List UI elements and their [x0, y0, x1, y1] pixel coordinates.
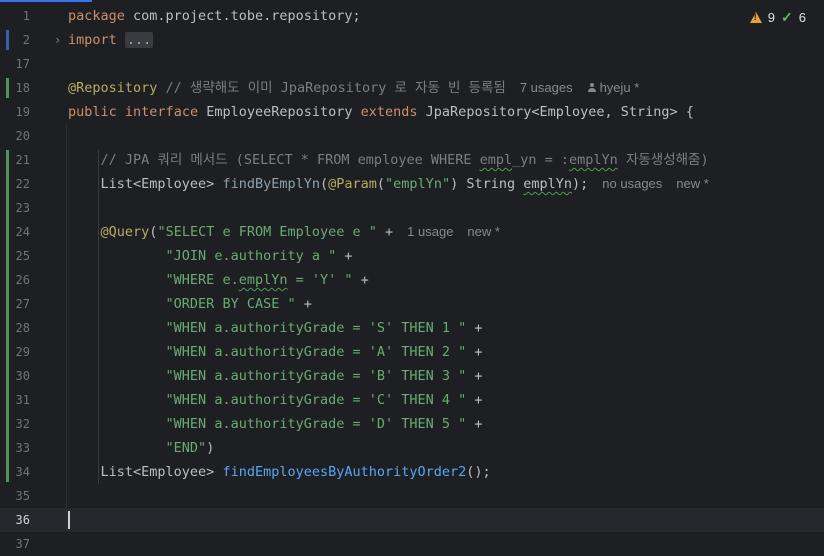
code-line[interactable]: 25 "JOIN e.authority a " + [0, 244, 824, 268]
keyword: public [68, 104, 117, 120]
line-number: 27 [15, 297, 30, 311]
code-line[interactable]: 24 @Query("SELECT e FROM Employee e " +1… [0, 220, 824, 244]
code-line[interactable]: 23 [0, 196, 824, 220]
usages-hint[interactable]: no usages [602, 176, 662, 191]
line-number: 28 [15, 321, 30, 335]
line-number: 18 [15, 81, 30, 95]
code-line[interactable]: 34 List<Employee> findEmployeesByAuthori… [0, 460, 824, 484]
code-line[interactable]: 1 package com.project.tobe.repository; [0, 4, 824, 28]
line-number: 23 [15, 201, 30, 215]
line-number: 1 [22, 9, 30, 23]
vcs-added-marker [6, 78, 9, 98]
person-icon [587, 83, 597, 93]
supertype: JpaRepository<Employee, String> { [417, 104, 694, 120]
keyword: extends [360, 104, 418, 120]
param-name: emplYn [523, 176, 573, 192]
code-line[interactable]: 31 "WHEN a.authorityGrade = 'C' THEN 4 "… [0, 388, 824, 412]
line-number: 31 [15, 393, 30, 407]
code-line[interactable]: 29 "WHEN a.authorityGrade = 'A' THEN 2 "… [0, 340, 824, 364]
author-name: hyeju * [599, 80, 640, 95]
string-literal: "WHEN a.authorityGrade = 'S' THEN 1 " [165, 320, 467, 336]
string-literal: "JOIN e.authority a " [165, 248, 337, 264]
method-name[interactable]: findByEmplYn [222, 176, 320, 192]
code-line[interactable]: 26 "WHERE e.emplYn = 'Y' " + [0, 268, 824, 292]
interface-name: EmployeeRepository [198, 104, 361, 120]
current-code-line[interactable]: 36 [0, 508, 824, 532]
line-number: 21 [15, 153, 30, 167]
code-editor[interactable]: 1 package com.project.tobe.repository; 2… [0, 0, 824, 553]
code-line[interactable]: 18 @Repository // 생략해도 이미 JpaRepository … [0, 76, 824, 100]
return-type: List<Employee> [100, 176, 223, 192]
line-number: 29 [15, 345, 30, 359]
keyword: import [68, 32, 117, 48]
author-hint[interactable]: new * [676, 176, 709, 191]
author-hint[interactable]: new * [467, 224, 500, 239]
package-name: com.project.tobe.repository; [124, 8, 361, 24]
warning-count: 9 [767, 9, 776, 25]
line-number: 36 [15, 513, 30, 527]
line-number: 37 [15, 537, 30, 551]
string-literal: "emplYn" [385, 176, 451, 192]
code-line[interactable]: 35 [0, 484, 824, 508]
vcs-modified-marker [6, 30, 9, 50]
line-number: 17 [15, 57, 30, 71]
indent-guide [98, 150, 99, 484]
text-caret [68, 511, 70, 529]
string-literal: "WHEN a.authorityGrade = 'C' THEN 4 " [165, 392, 467, 408]
string-literal: "WHEN a.authorityGrade = 'D' THEN 5 " [165, 416, 467, 432]
keyword: package [68, 8, 125, 24]
keyword: interface [124, 104, 199, 120]
code-line[interactable]: 20 [0, 124, 824, 148]
string-literal: "SELECT e FROM Employee e " [157, 224, 377, 240]
warning-icon [749, 11, 762, 23]
line-number: 33 [15, 441, 30, 455]
usages-hint[interactable]: 1 usage [407, 224, 453, 239]
string-literal: "END" [165, 440, 207, 456]
string-literal: "ORDER BY CASE " [165, 296, 296, 312]
folded-imports[interactable]: ... [124, 32, 154, 48]
string-literal: "WHERE e.emplYn = 'Y' " [165, 272, 353, 288]
string-literal: "WHEN a.authorityGrade = 'A' THEN 2 " [165, 344, 467, 360]
indent-guide [66, 124, 67, 528]
check-count: 6 [798, 9, 806, 25]
code-line[interactable]: 17 [0, 52, 824, 76]
return-type: List<Employee> [100, 464, 223, 480]
line-number: 35 [15, 489, 30, 503]
line-number: 24 [15, 225, 30, 239]
check-icon: ✓ [781, 8, 793, 25]
comment: // 생략해도 이미 JpaRepository 로 자동 빈 등록됨 [157, 80, 506, 96]
code-line[interactable]: 30 "WHEN a.authorityGrade = 'B' THEN 3 "… [0, 364, 824, 388]
code-line[interactable]: 22 List<Employee> findByEmplYn(@Param("e… [0, 172, 824, 196]
method-name[interactable]: findEmployeesByAuthorityOrder2 [222, 464, 466, 480]
code-line[interactable]: 28 "WHEN a.authorityGrade = 'S' THEN 1 "… [0, 316, 824, 340]
code-line[interactable]: 19 public interface EmployeeRepository e… [0, 100, 824, 124]
code-line[interactable]: 32 "WHEN a.authorityGrade = 'D' THEN 5 "… [0, 412, 824, 436]
line-number: 20 [15, 129, 30, 143]
annotation: @Repository [68, 80, 158, 96]
line-number: 34 [15, 465, 30, 479]
line-number: 25 [15, 249, 30, 263]
usages-hint[interactable]: 7 usages [520, 80, 573, 95]
line-number: 30 [15, 369, 30, 383]
annotation: @Query [100, 224, 150, 240]
code-line[interactable]: 33 "END") [0, 436, 824, 460]
line-number: 2 [22, 33, 30, 47]
line-number: 19 [15, 105, 30, 119]
code-line[interactable]: 21 // JPA 쿼리 메서드 (SELECT * FROM employee… [0, 148, 824, 172]
line-number: 26 [15, 273, 30, 287]
fold-expand-icon[interactable]: › [54, 28, 61, 52]
inspection-status[interactable]: 9 ✓ 6 [749, 8, 806, 26]
comment: // JPA 쿼리 메서드 (SELECT * FROM employee WH… [100, 152, 709, 168]
vcs-added-marker [6, 150, 9, 482]
string-literal: "WHEN a.authorityGrade = 'B' THEN 3 " [165, 368, 467, 384]
annotation: @Param [328, 176, 377, 192]
line-number: 22 [15, 177, 30, 191]
code-line[interactable]: 2 › import ... [0, 28, 824, 52]
code-line[interactable]: 37 [0, 532, 824, 556]
line-number: 32 [15, 417, 30, 431]
code-line[interactable]: 27 "ORDER BY CASE " + [0, 292, 824, 316]
active-tab-indicator [0, 0, 92, 2]
author-hint[interactable]: hyeju * [587, 80, 640, 95]
